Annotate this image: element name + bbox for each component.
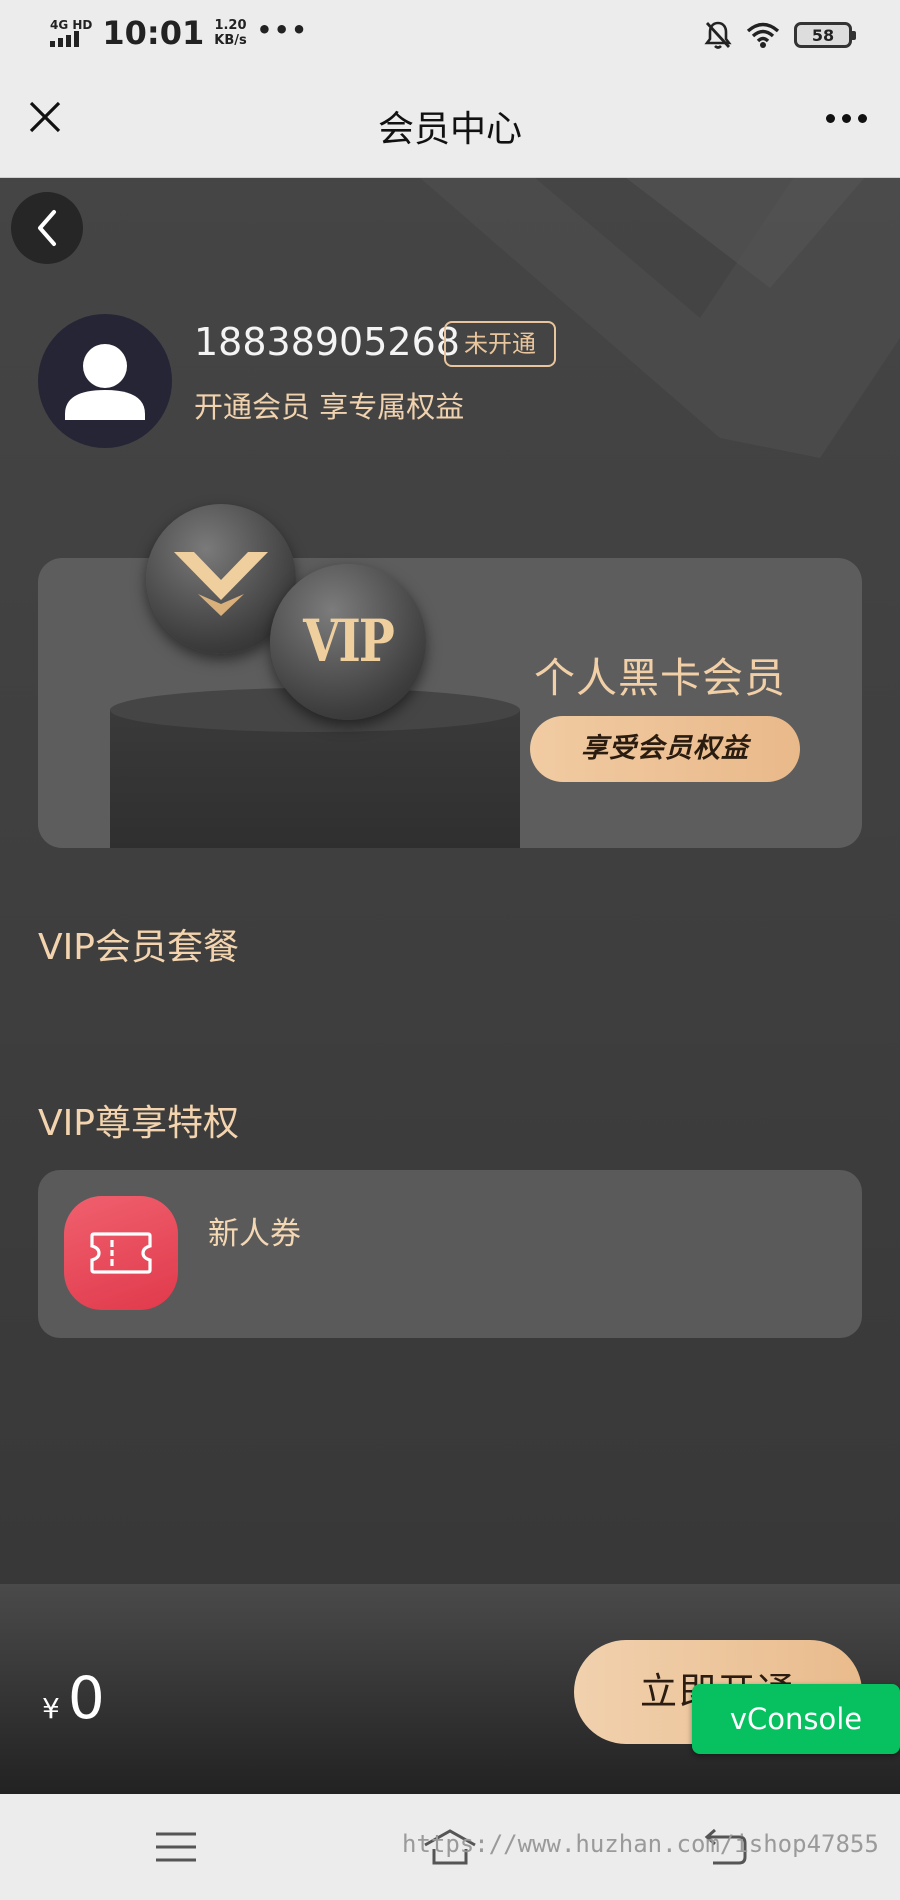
currency-symbol: ¥: [42, 1692, 60, 1725]
vip-coin: VIP: [270, 564, 426, 720]
status-badge: 未开通: [444, 321, 556, 367]
card-title: 个人黑卡会员: [534, 654, 786, 702]
more-dot-icon: [841, 113, 851, 123]
watermark: https://www.huzhan.com/ishop47855: [402, 1830, 879, 1858]
status-more-icon: •••: [256, 16, 309, 44]
status-bar-right: 58: [704, 20, 856, 50]
vip-coin-label: VIP: [303, 608, 395, 676]
network-speed: 1.20 KB/s: [214, 18, 246, 48]
title-bar: 会员中心: [0, 70, 900, 178]
chevron-left-icon: [38, 210, 56, 246]
back-button[interactable]: [11, 192, 83, 264]
more-dot-icon: [857, 113, 867, 123]
network-speed-unit: KB/s: [214, 33, 247, 48]
member-subtitle: 开通会员 享专属权益: [194, 390, 465, 424]
enjoy-benefits-button[interactable]: 享受会员权益: [530, 716, 800, 782]
signal-bars-icon: [50, 31, 79, 47]
status-bar: 4G HD 10:01 1.20 KB/s ••• 58: [0, 0, 900, 70]
member-center-content: 18838905268 未开通 开通会员 享专属权益 个人黑卡会员 享受会员权益…: [0, 178, 900, 1584]
ticket-icon: [64, 1196, 178, 1310]
more-dot-icon: [825, 113, 835, 123]
privileges-title: VIP尊享特权: [38, 1103, 239, 1144]
vconsole-button[interactable]: vConsole: [692, 1684, 900, 1754]
menu-button[interactable]: [146, 1820, 206, 1874]
signal-indicator: 4G HD: [50, 19, 92, 47]
user-icon: [65, 344, 145, 420]
clock: 10:01: [102, 14, 205, 52]
system-nav-bar: https://www.huzhan.com/ishop47855: [0, 1794, 900, 1900]
user-phone: 18838905268: [194, 320, 460, 364]
price: ¥ 0: [42, 1664, 105, 1732]
packages-title: VIP会员套餐: [38, 927, 239, 968]
avatar[interactable]: [38, 314, 172, 448]
page-title: 会员中心: [377, 109, 522, 150]
network-speed-value: 1.20: [214, 18, 247, 33]
privilege-label: 新人券: [208, 1216, 301, 1252]
status-bar-left: 4G HD 10:01 1.20 KB/s •••: [50, 14, 309, 52]
menu-icon: [156, 1832, 196, 1862]
network-type: 4G HD: [50, 18, 93, 32]
mute-bell-icon: [704, 21, 732, 49]
battery-icon: 58: [794, 22, 856, 48]
pay-bar: ¥ 0 立即开通 vConsole: [0, 1584, 900, 1794]
more-options-button[interactable]: [818, 96, 874, 140]
wifi-icon: [746, 22, 780, 48]
privilege-card[interactable]: 新人券: [38, 1170, 862, 1338]
price-amount: 0: [67, 1664, 105, 1732]
battery-level: 58: [811, 25, 835, 45]
